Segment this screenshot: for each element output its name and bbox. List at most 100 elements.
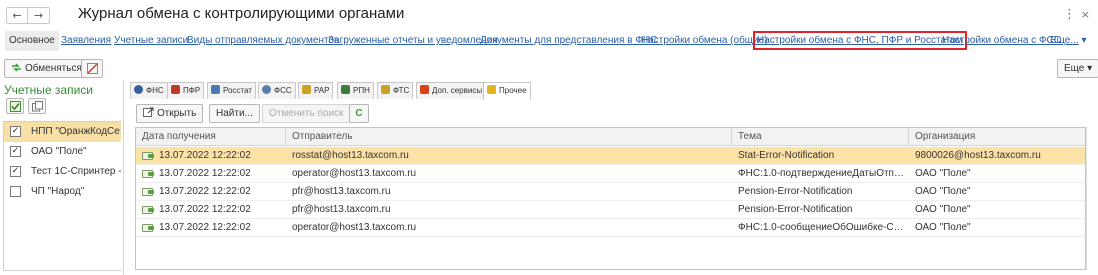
- messages-table: Дата получения Отправитель Тема Организа…: [135, 127, 1086, 270]
- nav-exchange-settings-fns-pfr-rosstat[interactable]: Настройки обмена с ФНС, ПФР и Росстатом: [753, 31, 967, 50]
- nav-main[interactable]: Основное: [5, 31, 59, 51]
- more-button[interactable]: Еще ▾: [1057, 59, 1098, 78]
- edit-account-button[interactable]: [81, 59, 103, 78]
- account-checkbox[interactable]: ✓: [10, 146, 21, 157]
- tab-rar[interactable]: РАР: [298, 82, 334, 99]
- refresh-button[interactable]: C: [349, 104, 369, 123]
- other-icon: [487, 85, 496, 94]
- find-button[interactable]: Найти...: [209, 104, 260, 123]
- tab-fns[interactable]: ФНС: [130, 82, 168, 99]
- account-checkbox[interactable]: ✓: [10, 126, 21, 137]
- check-all-button[interactable]: [6, 98, 24, 114]
- more-options-icon[interactable]: ⋮: [1063, 7, 1076, 22]
- table-row[interactable]: 13.07.2022 12:22:02 pfr@host13.taxcom.ru…: [136, 201, 1085, 219]
- account-label: Тест 1С-Спринтер - ...: [31, 166, 121, 177]
- nav-loaded-reports[interactable]: Загруженные отчеты и уведомления: [328, 35, 498, 46]
- copy-icon: [32, 101, 43, 118]
- account-item[interactable]: ЧП "Народ": [4, 182, 121, 202]
- uncheck-all-button[interactable]: [28, 98, 46, 114]
- message-icon: [142, 170, 154, 178]
- account-item[interactable]: ✓ НПП "ОранжКодСе...: [4, 122, 121, 142]
- cell-subject: Pension-Error-Notification: [738, 204, 853, 215]
- rpn-icon: [341, 85, 350, 94]
- tab-pfr[interactable]: ПФР: [167, 82, 205, 99]
- tab-label: Доп. сервисы: [432, 86, 483, 95]
- rar-icon: [302, 85, 311, 94]
- table-row[interactable]: 13.07.2022 12:22:02 operator@host13.taxc…: [136, 219, 1085, 237]
- message-icon: [142, 188, 154, 196]
- tab-label: ФНС: [146, 86, 164, 95]
- fss-icon: [262, 85, 271, 94]
- message-icon: [142, 206, 154, 214]
- refresh-icon: C: [355, 108, 363, 119]
- main-toolbar: Обменяться Еще ▾: [0, 57, 1098, 79]
- cell-sender: pfr@host13.taxcom.ru: [292, 204, 391, 215]
- cell-organization: ОАО "Поле": [915, 186, 971, 197]
- tab-label: ПФР: [183, 86, 201, 95]
- tab-fss[interactable]: ФСС: [258, 82, 296, 99]
- nav-more-label: Еще...: [1050, 35, 1079, 46]
- exchange-icon: [11, 62, 22, 73]
- cancel-search-button[interactable]: Отменить поиск: [262, 104, 351, 123]
- close-icon[interactable]: ×: [1081, 8, 1090, 21]
- column-header-subject[interactable]: Тема: [732, 128, 909, 146]
- account-label: ЧП "Народ": [31, 186, 85, 197]
- column-header-organization[interactable]: Организация: [909, 128, 1085, 146]
- tab-label: Прочее: [499, 86, 527, 95]
- tab-label: Росстат: [223, 86, 252, 95]
- message-icon: [142, 152, 154, 160]
- cell-sender: rosstat@host13.taxcom.ru: [292, 150, 409, 161]
- nav-exchange-settings-fss[interactable]: Настройки обмена с ФСС: [942, 35, 1061, 46]
- account-item[interactable]: ✓ Тест 1С-Спринтер - ...: [4, 162, 121, 182]
- table-row[interactable]: 13.07.2022 12:22:02 pfr@host13.taxcom.ru…: [136, 183, 1085, 201]
- pfr-icon: [171, 85, 180, 94]
- nav-more[interactable]: Еще... ▾: [1050, 35, 1087, 46]
- chevron-down-icon: ▾: [1087, 63, 1093, 74]
- account-checkbox[interactable]: ✓: [10, 166, 21, 177]
- account-checkbox[interactable]: [10, 186, 21, 197]
- table-row[interactable]: 13.07.2022 12:22:02 operator@host13.taxc…: [136, 165, 1085, 183]
- cell-organization: ОАО "Поле": [915, 168, 971, 179]
- nav-accounts[interactable]: Учетные записи: [114, 35, 188, 46]
- accounts-list: ✓ НПП "ОранжКодСе... ✓ ОАО "Поле" ✓ Тест…: [3, 121, 121, 271]
- nav-applications[interactable]: Заявления: [61, 35, 111, 46]
- cancel-search-label: Отменить поиск: [269, 108, 344, 119]
- column-header-sender[interactable]: Отправитель: [286, 128, 732, 146]
- cell-subject: Pension-Error-Notification: [738, 186, 853, 197]
- tab-additional-services[interactable]: Доп. сервисы: [416, 82, 487, 99]
- cell-date: 13.07.2022 12:22:02: [159, 222, 251, 233]
- tab-other[interactable]: Прочее: [483, 82, 531, 100]
- cell-subject: Stat-Error-Notification: [738, 150, 835, 161]
- account-item[interactable]: ✓ ОАО "Поле": [4, 142, 121, 162]
- arrow-left-icon: ←: [12, 9, 22, 22]
- open-label: Открыть: [157, 108, 197, 119]
- table-scrollbar[interactable]: [1086, 127, 1092, 270]
- nav-document-types[interactable]: Виды отправляемых документов: [187, 35, 339, 46]
- tab-rpn[interactable]: РПН: [337, 82, 374, 99]
- cell-date: 13.07.2022 12:22:02: [159, 204, 251, 215]
- cell-sender: operator@host13.taxcom.ru: [292, 168, 417, 179]
- exchange-button[interactable]: Обменяться: [4, 59, 89, 78]
- account-label: НПП "ОранжКодСе...: [31, 126, 121, 137]
- forward-button[interactable]: →: [28, 7, 50, 24]
- tab-rosstat[interactable]: Росстат: [207, 82, 256, 99]
- table-row[interactable]: 13.07.2022 12:22:02 rosstat@host13.taxco…: [136, 147, 1085, 165]
- chevron-down-icon: ▾: [1081, 35, 1087, 46]
- back-button[interactable]: ←: [6, 7, 28, 24]
- tab-label: ФТС: [393, 86, 410, 95]
- tab-label: РАР: [314, 86, 330, 95]
- cell-organization: ОАО "Поле": [915, 204, 971, 215]
- tab-fts[interactable]: ФТС: [377, 82, 414, 99]
- cell-organization: ОАО "Поле": [915, 222, 971, 233]
- cell-sender: pfr@host13.taxcom.ru: [292, 186, 391, 197]
- column-header-date[interactable]: Дата получения: [136, 128, 286, 146]
- cell-date: 13.07.2022 12:22:02: [159, 168, 251, 179]
- open-button[interactable]: Открыть: [136, 104, 204, 123]
- cell-sender: operator@host13.taxcom.ru: [292, 222, 417, 233]
- check-all-icon: [10, 101, 21, 118]
- nav-exchange-settings-general[interactable]: Настройки обмена (общие): [641, 35, 768, 46]
- nav-fns-documents[interactable]: Документы для представления в ФНС: [480, 35, 657, 46]
- open-icon: [143, 107, 154, 118]
- table-header: Дата получения Отправитель Тема Организа…: [136, 128, 1085, 146]
- fns-icon: [134, 85, 143, 94]
